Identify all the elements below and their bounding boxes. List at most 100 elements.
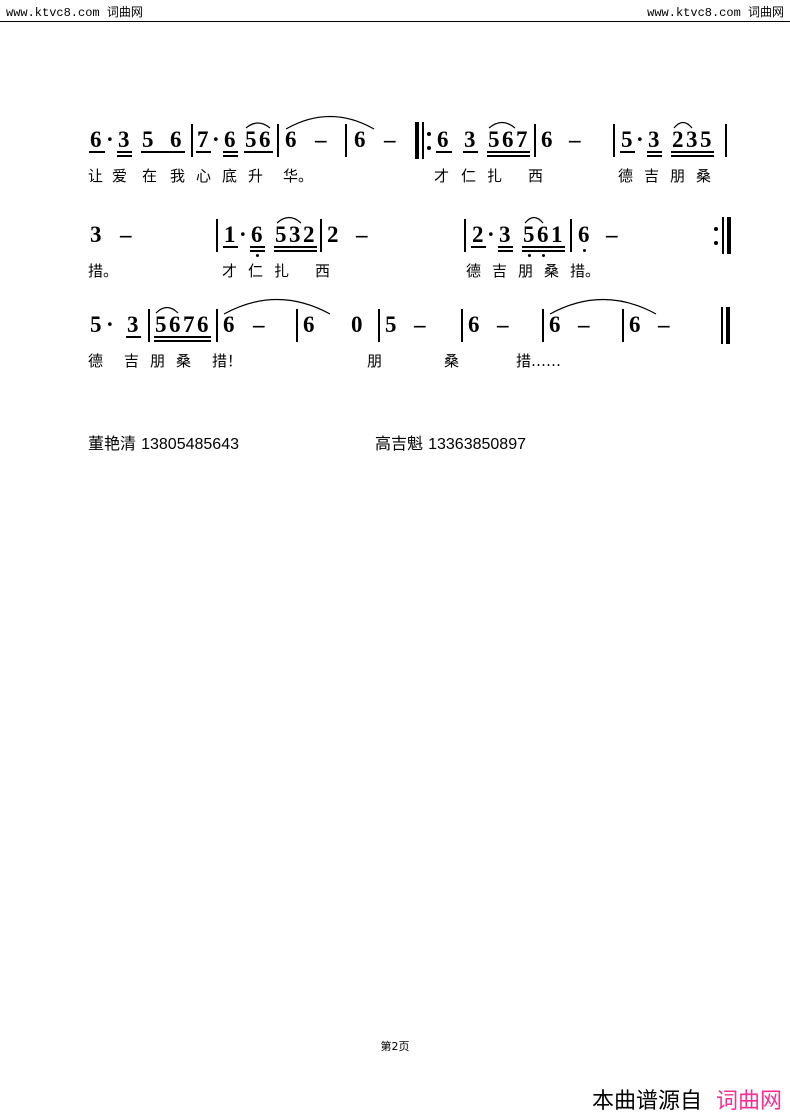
barline xyxy=(534,124,536,157)
beam xyxy=(498,250,513,252)
note-6: 6 xyxy=(468,312,480,337)
beam xyxy=(250,246,265,248)
barline xyxy=(570,219,572,252)
beam xyxy=(274,246,317,248)
slur-arc xyxy=(549,291,657,315)
note-1: 1 xyxy=(551,222,563,247)
note-5: 5 xyxy=(488,127,500,152)
final-thick-bar xyxy=(726,307,730,344)
note-3: 3 xyxy=(118,127,130,152)
barline xyxy=(320,219,322,252)
note-7: 7 xyxy=(183,312,195,337)
repeat-dot xyxy=(714,241,718,245)
note-6: 6 xyxy=(629,312,641,337)
score-row-3: 5 · 3 5 6 7 6 6 – 6 0 5 – 6 – 6 – 6 – 德 … xyxy=(0,295,790,385)
source-brand[interactable]: 词曲网 xyxy=(702,1089,782,1114)
barline xyxy=(148,309,150,342)
lyric: 西 xyxy=(315,262,331,280)
note-6: 6 xyxy=(437,127,449,152)
beam xyxy=(117,155,132,157)
credit-right-phone: 13363850897 xyxy=(428,436,526,453)
lyric: 朋 xyxy=(670,167,686,185)
dash: – xyxy=(578,312,590,337)
dash: – xyxy=(658,312,670,337)
repeat-start-thin-bar xyxy=(422,122,424,159)
barline xyxy=(277,124,279,157)
lyric: 我 xyxy=(170,167,186,185)
note-7: 7 xyxy=(516,127,528,152)
lyric: 升 xyxy=(248,167,264,185)
note-6: 6 xyxy=(224,127,236,152)
beam xyxy=(223,246,238,248)
lyric: 桑 xyxy=(696,167,712,185)
barline xyxy=(622,309,624,342)
dash: – xyxy=(384,127,396,152)
note-6: 6 xyxy=(90,127,102,152)
slur-arc xyxy=(223,291,331,315)
dash: – xyxy=(414,312,426,337)
dash: – xyxy=(315,127,327,152)
dash: – xyxy=(569,127,581,152)
repeat-dot xyxy=(714,227,718,231)
beam xyxy=(647,151,662,153)
note-6: 6 xyxy=(259,127,271,152)
lyric: 扎 xyxy=(274,262,290,280)
beam xyxy=(471,246,486,248)
lyric: 措。 xyxy=(88,262,119,280)
source-prefix: 本曲谱源自 xyxy=(591,1089,702,1114)
lyric: 德 xyxy=(618,167,634,185)
beam xyxy=(463,151,478,153)
credit-right: 高吉魁 13363850897 xyxy=(375,430,526,454)
beam xyxy=(117,151,132,153)
note-1: 1 xyxy=(224,222,236,247)
barline xyxy=(296,309,298,342)
note-6-low: 6 xyxy=(537,222,549,247)
note-6: 6 xyxy=(197,312,209,337)
lyric: 措。 xyxy=(570,262,601,280)
lyric: 桑 xyxy=(544,262,560,280)
lyric: 朋 xyxy=(150,352,166,370)
barline xyxy=(613,124,615,157)
note-6: 6 xyxy=(502,127,514,152)
note-6: 6 xyxy=(541,127,553,152)
repeat-end-thick-bar xyxy=(727,217,731,254)
note-5: 5 xyxy=(385,312,397,337)
beam xyxy=(647,155,662,157)
note-5: 5 xyxy=(700,127,712,152)
lyric: 仁 xyxy=(248,262,264,280)
barline xyxy=(216,309,218,342)
lyric: 扎 xyxy=(487,167,503,185)
barline xyxy=(216,219,218,252)
beam xyxy=(620,151,635,153)
note-3: 3 xyxy=(464,127,476,152)
beam xyxy=(141,151,185,153)
beam xyxy=(154,340,211,342)
note-0: 0 xyxy=(351,312,363,337)
dash: – xyxy=(606,222,618,247)
dash: – xyxy=(253,312,265,337)
lyric: 桑 xyxy=(176,352,192,370)
note-5: 5 xyxy=(155,312,167,337)
lyric: 才 xyxy=(434,167,450,185)
score-row-1: 6 · 3 5 6 7 · 6 5 6 6 – 6 – 6 3 5 6 7 6 … xyxy=(0,110,790,200)
note-2: 2 xyxy=(472,222,484,247)
beam xyxy=(522,246,565,248)
beam xyxy=(154,336,211,338)
lyric: 吉 xyxy=(124,352,140,370)
note-6: 6 xyxy=(354,127,366,152)
dot-aug: · xyxy=(106,127,114,152)
lyric: 让 xyxy=(88,167,104,185)
dash: – xyxy=(356,222,368,247)
barline xyxy=(345,124,347,157)
repeat-start-thick-bar xyxy=(415,122,419,159)
dash: – xyxy=(120,222,132,247)
octave-dot-low xyxy=(542,254,545,257)
note-3: 3 xyxy=(686,127,698,152)
lyric: 朋 xyxy=(518,262,534,280)
beam xyxy=(498,246,513,248)
repeat-dot xyxy=(427,146,431,150)
dot-aug: · xyxy=(212,127,220,152)
beam xyxy=(250,250,265,252)
dash: – xyxy=(497,312,509,337)
note-2: 2 xyxy=(327,222,339,247)
